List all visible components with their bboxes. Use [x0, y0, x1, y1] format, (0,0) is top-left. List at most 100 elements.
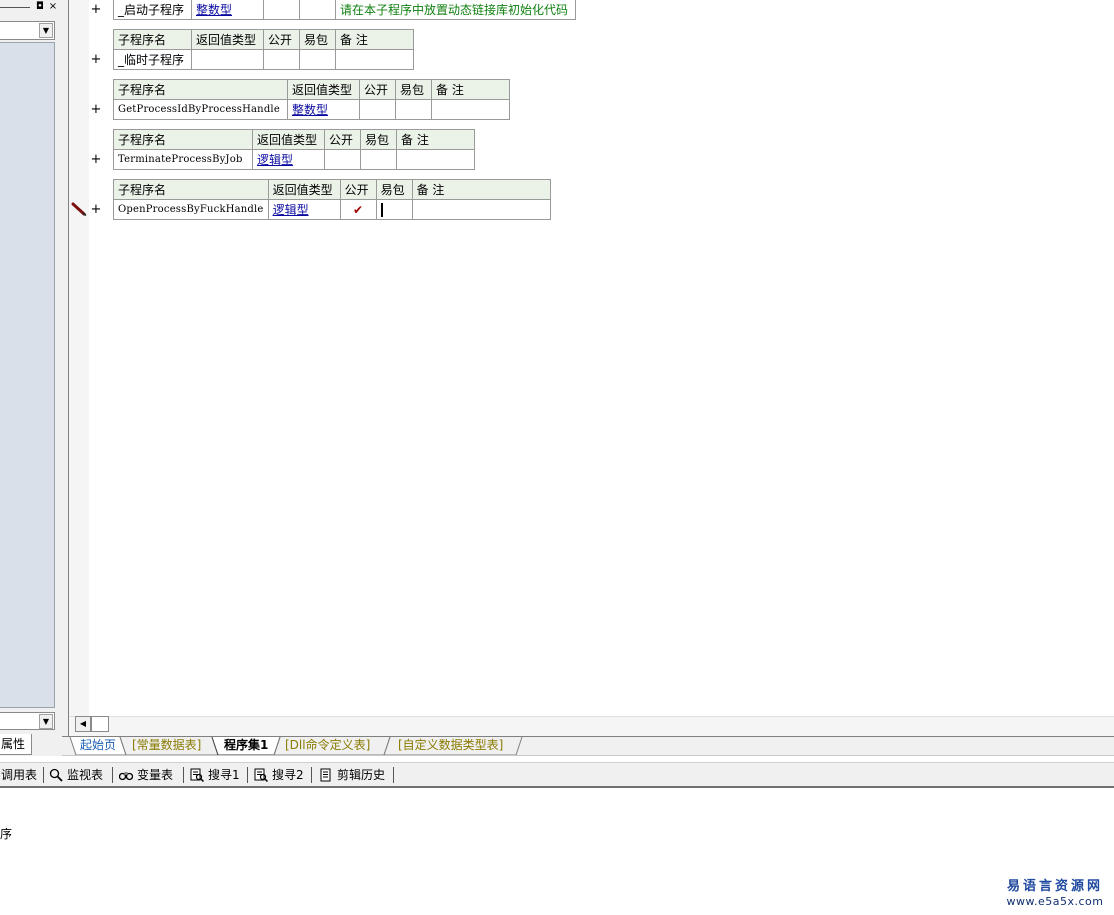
- scroll-thumb[interactable]: [91, 716, 109, 732]
- return-type[interactable]: 整数型: [191, 0, 264, 20]
- tab-properties[interactable]: 属性: [0, 734, 32, 755]
- table-header-row: 子程序名 返回值类型 公开 易包 备 注: [113, 29, 414, 50]
- header-note: 备 注: [396, 129, 475, 150]
- table-row: OpenProcessByFuckHandle 逻辑型 ✔: [113, 199, 551, 220]
- subprogram-table: 子程序名 返回值类型 公开 易包 备 注 _临时子程序: [113, 29, 414, 70]
- chevron-down-icon[interactable]: ▼: [39, 714, 53, 729]
- note-cell[interactable]: [431, 99, 510, 120]
- header-note: 备 注: [431, 79, 510, 100]
- editor-hscrollbar[interactable]: [69, 716, 1114, 736]
- header-note: 备 注: [335, 29, 414, 50]
- subprogram-table: 子程序名 返回值类型 公开 易包 备 注 GetProcessIdByProce…: [113, 79, 510, 120]
- header-easy-pack: 易包: [395, 79, 432, 100]
- public-cell[interactable]: [359, 99, 396, 120]
- project-tree[interactable]: [0, 42, 55, 708]
- expand-button[interactable]: +: [90, 203, 102, 216]
- clip-history-label: 剪辑历史: [337, 768, 386, 782]
- header-name: 子程序名: [113, 129, 253, 150]
- toolbar-separator: [247, 767, 248, 783]
- subprogram-name[interactable]: GetProcessIdByProcessHandle: [113, 99, 288, 120]
- tab-dll-commands[interactable]: [Dll命令定义表]: [285, 737, 370, 755]
- note-cell[interactable]: [411, 199, 551, 220]
- subprogram-name[interactable]: TerminateProcessByJob: [113, 149, 253, 170]
- tab-assembly1[interactable]: 程序集1: [224, 737, 268, 755]
- tab-custom-types[interactable]: [自定义数据类型表]: [398, 737, 503, 755]
- subprogram-table: _启动子程序 整数型 请在本子程序中放置动态链接库初始化代码: [113, 0, 576, 20]
- table-row: _临时子程序: [113, 49, 414, 70]
- public-cell[interactable]: [263, 49, 300, 70]
- table-row: GetProcessIdByProcessHandle 整数型: [113, 99, 510, 120]
- watch-table-label: 监视表: [67, 768, 104, 782]
- subprogram-name[interactable]: _启动子程序: [113, 0, 192, 20]
- return-type[interactable]: 整数型: [287, 99, 360, 120]
- expand-button[interactable]: +: [90, 103, 102, 116]
- watch-table-button[interactable]: 监视表: [49, 765, 103, 785]
- header-return-type: 返回值类型: [252, 129, 325, 150]
- search2-button[interactable]: 搜寻2: [254, 765, 304, 785]
- easy-pack-cell[interactable]: [360, 149, 397, 170]
- header-name: 子程序名: [113, 79, 288, 100]
- subprogram-table: 子程序名 返回值类型 公开 易包 备 注 TerminateProcessByJ…: [113, 129, 475, 170]
- return-type[interactable]: [191, 49, 264, 70]
- output-panel[interactable]: [0, 790, 1114, 915]
- table-header-row: 子程序名 返回值类型 公开 易包 备 注: [113, 179, 551, 200]
- chevron-down-icon[interactable]: ▼: [39, 23, 53, 38]
- toolbar-separator: [183, 767, 184, 783]
- var-table-label: 变量表: [137, 768, 174, 782]
- header-easy-pack: 易包: [360, 129, 397, 150]
- easy-pack-cell[interactable]: [299, 49, 336, 70]
- search-doc-icon: [190, 768, 204, 782]
- table-header-row: 子程序名 返回值类型 公开 易包 备 注: [113, 79, 510, 100]
- watermark: 易语言资源网 www.e5a5x.com: [1000, 879, 1110, 909]
- easy-pack-cell[interactable]: [299, 0, 336, 20]
- easy-pack-cell[interactable]: [375, 199, 413, 220]
- clipboard-icon: [320, 768, 331, 782]
- clip-history-button[interactable]: 剪辑历史: [319, 765, 385, 785]
- search-doc-icon: [254, 768, 268, 782]
- text-cursor: [380, 202, 383, 217]
- return-type[interactable]: 逻辑型: [252, 149, 325, 170]
- var-table-button[interactable]: 变量表: [119, 765, 173, 785]
- scroll-left-button[interactable]: ◀: [75, 716, 91, 732]
- header-return-type: 返回值类型: [267, 179, 341, 200]
- restore-icon[interactable]: ◘: [34, 1, 46, 13]
- toolbar-separator: [311, 767, 312, 783]
- public-checkmark-icon[interactable]: ✔: [339, 199, 377, 220]
- return-type[interactable]: 逻辑型: [267, 199, 341, 220]
- tab-start-page[interactable]: 起始页: [80, 737, 116, 755]
- header-public: 公开: [359, 79, 396, 100]
- header-public: 公开: [339, 179, 377, 200]
- header-return-type: 返回值类型: [191, 29, 264, 50]
- toolbar-separator: [112, 767, 113, 783]
- header-public: 公开: [263, 29, 300, 50]
- left-panel-titlebar: ◘ ×: [0, 0, 62, 18]
- public-cell[interactable]: [263, 0, 300, 20]
- header-note: 备 注: [411, 179, 551, 200]
- note-cell[interactable]: [335, 49, 414, 70]
- output-text: 序: [0, 827, 13, 841]
- easy-pack-cell[interactable]: [395, 99, 432, 120]
- note-cell[interactable]: [396, 149, 475, 170]
- expand-button[interactable]: +: [90, 53, 102, 66]
- titlebar-grip: [0, 7, 30, 8]
- editor-gutter: [69, 0, 89, 716]
- header-easy-pack: 易包: [299, 29, 336, 50]
- header-name: 子程序名: [113, 29, 192, 50]
- note-cell[interactable]: 请在本子程序中放置动态链接库初始化代码: [335, 0, 576, 20]
- left-panel-dropdown[interactable]: ▼: [0, 21, 55, 40]
- properties-dropdown[interactable]: ▼: [0, 712, 55, 730]
- pencil-icon: [71, 202, 87, 216]
- subprogram-name[interactable]: _临时子程序: [113, 49, 192, 70]
- public-cell[interactable]: [324, 149, 361, 170]
- expand-button[interactable]: +: [90, 153, 102, 166]
- tab-constants[interactable]: [常量数据表]: [132, 737, 201, 755]
- call-table-button[interactable]: 调用表: [1, 765, 37, 785]
- watermark-url: www.e5a5x.com: [1006, 895, 1104, 908]
- watermark-title: 易语言资源网: [1006, 879, 1103, 894]
- subprogram-name[interactable]: OpenProcessByFuckHandle: [113, 199, 269, 220]
- expand-button[interactable]: +: [90, 3, 102, 16]
- toolbar-separator: [393, 767, 394, 783]
- table-header-row: 子程序名 返回值类型 公开 易包 备 注: [113, 129, 475, 150]
- magnifier-icon: [49, 768, 63, 782]
- search1-button[interactable]: 搜寻1: [190, 765, 240, 785]
